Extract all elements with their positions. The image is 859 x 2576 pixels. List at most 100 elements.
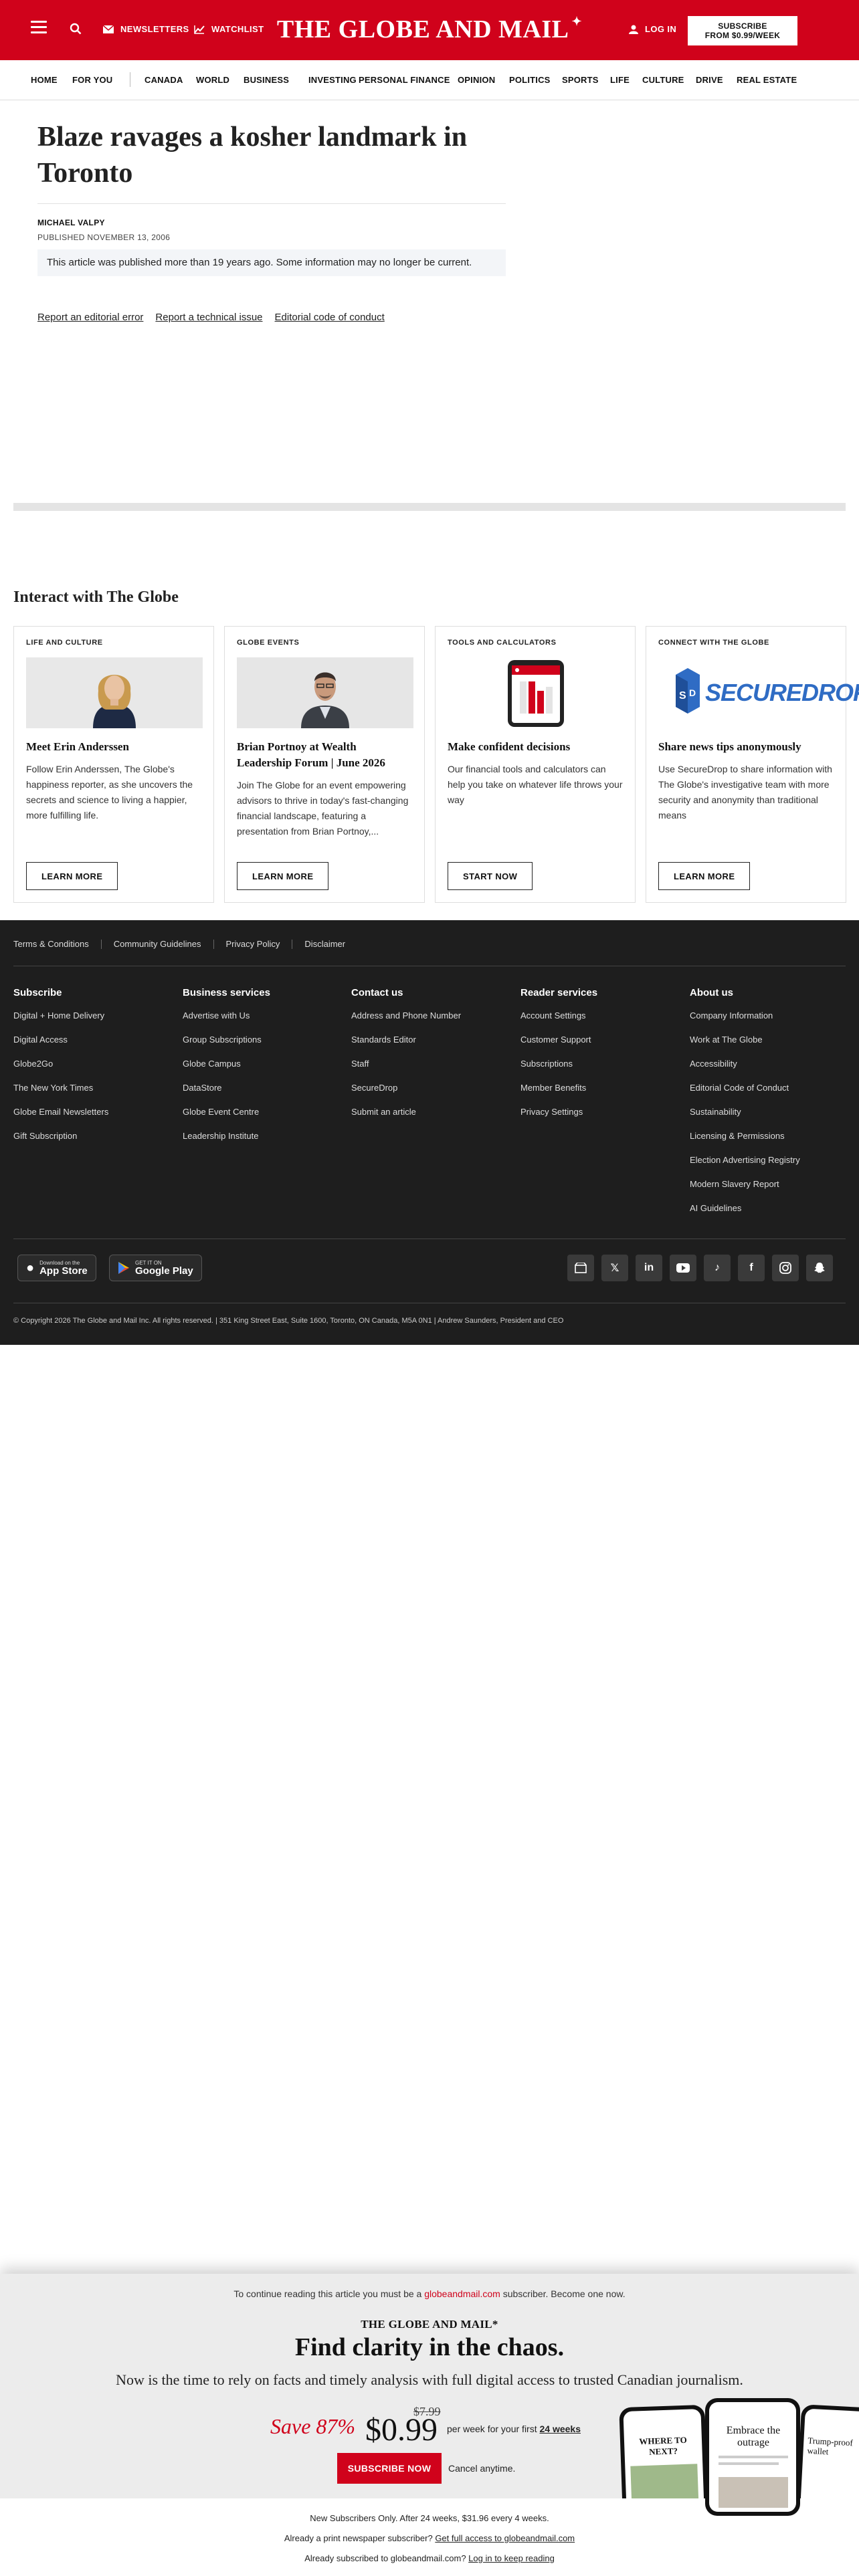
footer-link[interactable]: Licensing & Permissions [690, 1131, 850, 1155]
snapchat-icon[interactable] [806, 1255, 833, 1281]
footer-link[interactable]: Address and Phone Number [351, 1010, 512, 1035]
facebook-icon[interactable]: f [738, 1255, 765, 1281]
phone-image [630, 2464, 699, 2504]
globe-icon[interactable] [567, 1255, 594, 1281]
weeks-text: 24 weeks [539, 2424, 581, 2434]
community-guidelines-link[interactable]: Community Guidelines [114, 939, 201, 949]
footer-link[interactable]: Advertise with Us [183, 1010, 343, 1035]
footer-link[interactable]: Globe Email Newsletters [13, 1107, 174, 1131]
svg-text:D: D [689, 687, 696, 698]
nav-item-canada[interactable]: CANADA [145, 75, 183, 85]
already-subscribed-text: Already subscribed to globeandmail.com? [304, 2553, 469, 2563]
footer-link[interactable]: Gift Subscription [13, 1131, 174, 1155]
footer-link[interactable]: Digital Access [13, 1035, 174, 1059]
card-title[interactable]: Make confident decisions [448, 739, 624, 755]
divider [37, 203, 506, 204]
nav-item-sports[interactable]: SPORTS [562, 75, 599, 85]
footer-link[interactable]: AI Guidelines [690, 1203, 850, 1227]
card-kicker: TOOLS AND CALCULATORS [448, 639, 557, 647]
subscribe-now-button[interactable]: SUBSCRIBE NOW [337, 2453, 442, 2484]
login-to-read-link[interactable]: Log in to keep reading [468, 2553, 555, 2563]
learn-more-button[interactable]: LEARN MORE [26, 862, 118, 890]
report-editorial-error-link[interactable]: Report an editorial error [37, 312, 143, 323]
user-icon [629, 25, 638, 34]
paywall-intro: To continue reading this article you mus… [0, 2288, 859, 2299]
footer-link[interactable]: Company Information [690, 1010, 850, 1035]
cancel-anytime-text: Cancel anytime. [448, 2463, 516, 2474]
footer-link[interactable]: Globe Event Centre [183, 1107, 343, 1131]
learn-more-button[interactable]: LEARN MORE [237, 862, 329, 890]
nav-item-personal-finance[interactable]: PERSONAL FINANCE [359, 75, 450, 85]
disclaimer-link[interactable]: Disclaimer [304, 939, 345, 949]
footer-link[interactable]: Accessibility [690, 1059, 850, 1083]
nav-item-for-you[interactable]: FOR YOU [72, 75, 112, 85]
age-notice: This article was published more than 19 … [37, 249, 506, 276]
nav-item-politics[interactable]: POLITICS [509, 75, 551, 85]
nav-item-culture[interactable]: CULTURE [642, 75, 684, 85]
nav-item-opinion[interactable]: OPINION [458, 75, 495, 85]
footer-link[interactable]: The New York Times [13, 1083, 174, 1107]
subscribe-line2: FROM $0.99/WEEK [704, 31, 781, 40]
instagram-icon[interactable] [772, 1255, 799, 1281]
login-link[interactable]: LOG IN [629, 24, 676, 34]
footer-link[interactable]: Globe2Go [13, 1059, 174, 1083]
footer-link[interactable]: Customer Support [520, 1035, 681, 1059]
card-tools-calculators: TOOLS AND CALCULATORS Make confident dec… [435, 626, 636, 903]
nav-item-real-estate[interactable]: REAL ESTATE [737, 75, 797, 85]
youtube-icon[interactable] [670, 1255, 696, 1281]
footer-link[interactable]: SecureDrop [351, 1083, 512, 1107]
card-title[interactable]: Share news tips anonymously [658, 739, 835, 755]
save-percent: Save 87% [270, 2414, 356, 2438]
footer-link[interactable]: Globe Campus [183, 1059, 343, 1083]
google-play-button[interactable]: GET IT ON Google Play [109, 1255, 202, 1281]
nav-item-home[interactable]: HOME [31, 75, 58, 85]
report-technical-issue-link[interactable]: Report a technical issue [155, 312, 262, 323]
card-title[interactable]: Brian Portnoy at Wealth Leadership Forum… [237, 739, 413, 771]
footer-link[interactable]: Privacy Settings [520, 1107, 681, 1131]
footer-link[interactable]: Sustainability [690, 1107, 850, 1131]
nav-item-investing[interactable]: INVESTING [308, 75, 357, 85]
print-subscriber-text: Already a print newspaper subscriber? [284, 2533, 436, 2543]
footer-link[interactable]: Election Advertising Registry [690, 1155, 850, 1179]
linkedin-icon[interactable]: in [636, 1255, 662, 1281]
footer-link[interactable]: Leadership Institute [183, 1131, 343, 1155]
google-play-icon [118, 1262, 129, 1274]
phone-calculator-icon [448, 657, 624, 728]
editorial-code-link[interactable]: Editorial code of conduct [275, 312, 385, 323]
footer-link[interactable]: DataStore [183, 1083, 343, 1107]
author-byline[interactable]: MICHAEL VALPY [37, 218, 105, 227]
article-headline: Blaze ravages a kosher landmark in Toron… [37, 122, 468, 189]
card-title[interactable]: Meet Erin Anderssen [26, 739, 203, 755]
footer-link[interactable]: Work at The Globe [690, 1035, 850, 1059]
paywall-intro-link[interactable]: globeandmail.com [424, 2288, 500, 2299]
footer-link[interactable]: Account Settings [520, 1010, 681, 1035]
card-kicker: LIFE AND CULTURE [26, 639, 103, 647]
terms-link[interactable]: Terms & Conditions [13, 939, 89, 949]
learn-more-button[interactable]: LEARN MORE [658, 862, 751, 890]
paywall-intro-after: subscriber. Become one now. [500, 2288, 626, 2299]
tiktok-icon[interactable]: ♪ [704, 1255, 731, 1281]
footer-link[interactable]: Digital + Home Delivery [13, 1010, 174, 1035]
x-icon[interactable]: 𝕏 [601, 1255, 628, 1281]
footer-link[interactable]: Submit an article [351, 1107, 512, 1131]
start-now-button[interactable]: START NOW [448, 862, 533, 890]
nav-item-business[interactable]: BUSINESS [244, 75, 289, 85]
subscribe-button[interactable]: SUBSCRIBE FROM $0.99/WEEK [688, 16, 797, 45]
footer-link[interactable]: Member Benefits [520, 1083, 681, 1107]
phone-mockup-center: Embrace the outrage [705, 2398, 800, 2516]
copyright-text: © Copyright 2026 The Globe and Mail Inc.… [13, 1317, 564, 1325]
nav-item-drive[interactable]: DRIVE [696, 75, 723, 85]
card-description: Follow Erin Anderssen, The Globe's happi… [26, 764, 193, 821]
app-store-button[interactable]: ● Download on the App Store [17, 1255, 96, 1281]
footer-link[interactable]: Staff [351, 1059, 512, 1083]
footer-link[interactable]: Modern Slavery Report [690, 1179, 850, 1203]
nav-item-world[interactable]: WORLD [196, 75, 229, 85]
footer-link[interactable]: Group Subscriptions [183, 1035, 343, 1059]
footer-link[interactable]: Editorial Code of Conduct [690, 1083, 850, 1107]
privacy-policy-link[interactable]: Privacy Policy [226, 939, 280, 949]
footer-link[interactable]: Subscriptions [520, 1059, 681, 1083]
nav-item-life[interactable]: LIFE [610, 75, 630, 85]
footer-link[interactable]: Standards Editor [351, 1035, 512, 1059]
apple-icon: ● [26, 1260, 35, 1275]
full-access-link[interactable]: Get full access to globeandmail.com [435, 2533, 575, 2543]
